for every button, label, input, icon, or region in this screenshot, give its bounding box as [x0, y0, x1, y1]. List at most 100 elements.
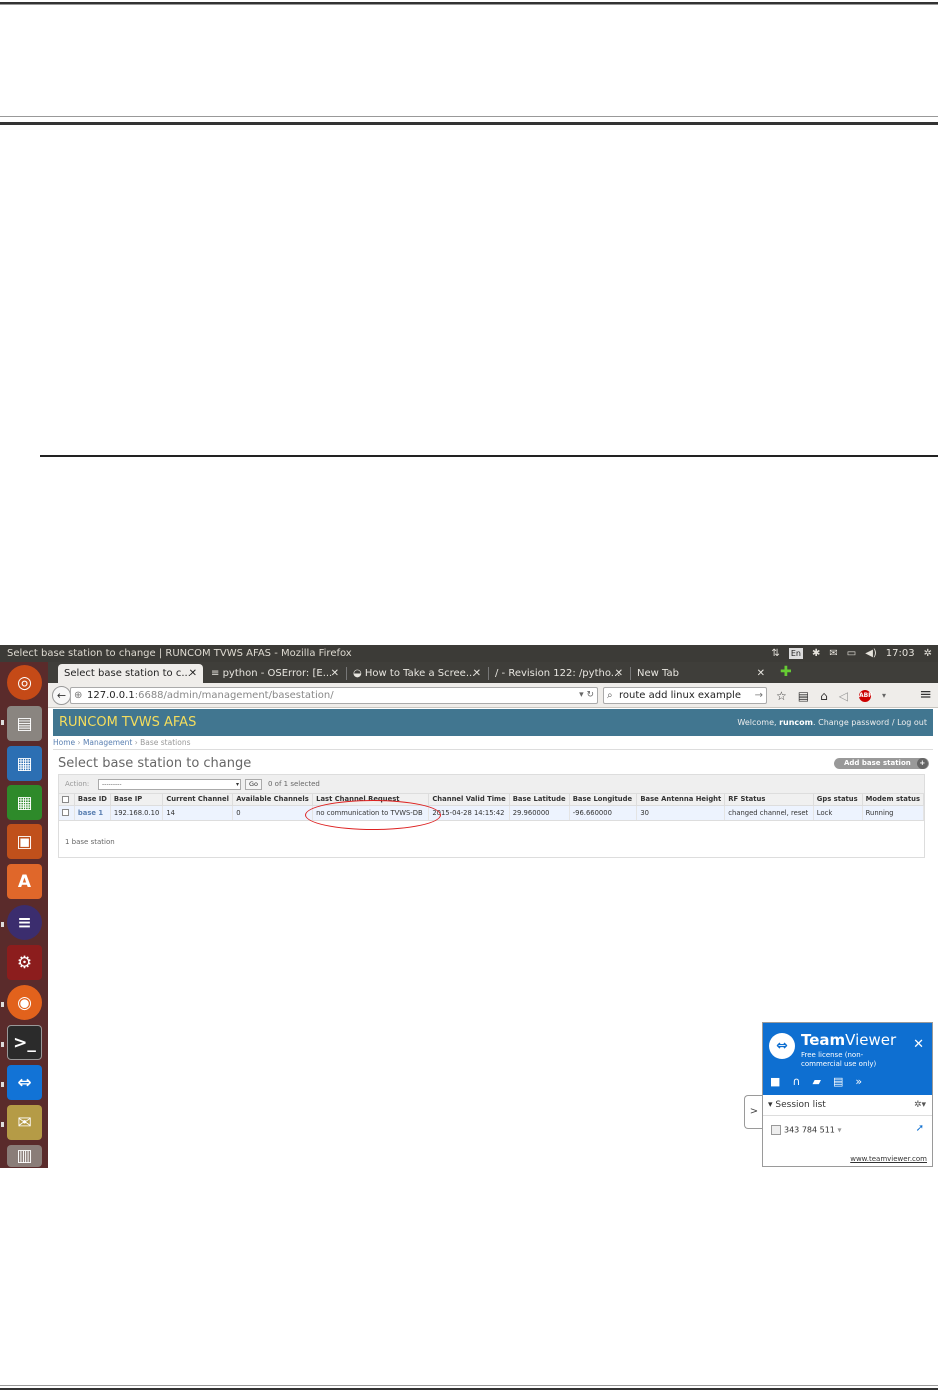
writer-icon[interactable]: ▦: [7, 746, 42, 781]
bookmarks-list-icon[interactable]: ▤: [798, 689, 809, 703]
adblock-icon[interactable]: ABP: [858, 689, 873, 702]
impress-icon[interactable]: ▣: [7, 824, 42, 859]
search-go-arrow-icon[interactable]: →: [755, 688, 763, 703]
breadcrumb-home[interactable]: Home: [53, 738, 75, 747]
system-tray: ⇅ En ✱ ✉ ▭ ◀) 17:03 ✲: [771, 645, 932, 662]
header-row: Base ID Base IP Current Channel Availabl…: [59, 794, 925, 806]
table-cell: 30: [636, 805, 726, 821]
url-host: 127.0.0.1: [87, 690, 135, 701]
session-list-header[interactable]: ▾ Session list: [768, 1100, 826, 1110]
search-input[interactable]: ⌕ route add linux example →: [603, 687, 767, 704]
new-tab-plus-icon[interactable]: ✚: [780, 664, 792, 681]
files-icon[interactable]: ▤: [833, 1075, 843, 1088]
mail-icon[interactable]: ✉: [7, 1105, 42, 1140]
logout-link[interactable]: Log out: [897, 718, 927, 727]
ubuntu-dash-icon[interactable]: ◎: [7, 665, 42, 700]
hamburger-menu-icon[interactable]: ≡: [919, 685, 932, 703]
column-header[interactable]: Channel Valid Time: [428, 794, 510, 806]
gear-icon[interactable]: ✲▾: [914, 1100, 926, 1110]
keyboard-indicator[interactable]: En: [788, 648, 803, 659]
tab-strip: Select base station to c... ✕ ≡ python - …: [48, 662, 938, 683]
eclipse-icon[interactable]: ≡: [7, 905, 42, 940]
globe-icon: ⊕: [74, 690, 83, 701]
close-tab-icon[interactable]: ✕: [473, 664, 481, 683]
close-tab-icon[interactable]: ✕: [331, 664, 339, 683]
files-icon[interactable]: ▤: [7, 706, 42, 741]
trash-icon[interactable]: ▥: [7, 1145, 42, 1167]
go-button[interactable]: Go: [245, 779, 263, 790]
teamviewer-toolbar: ■ ∩ ▰ ▤ »: [770, 1075, 862, 1088]
table-cell: 0: [232, 805, 314, 821]
site-branding[interactable]: RUNCOM TVWS AFAS: [59, 709, 196, 736]
table-cell: changed channel, reset: [724, 805, 814, 821]
bluetooth-icon[interactable]: ✱: [812, 645, 820, 662]
footer-rule: [0, 1385, 938, 1390]
teamviewer-link[interactable]: www.teamviewer.com: [850, 1155, 927, 1163]
breadcrumb-management[interactable]: Management: [83, 738, 132, 747]
close-icon[interactable]: ✕: [913, 1037, 924, 1052]
url-bar[interactable]: ⊕ 127.0.0.1:6688/admin/management/basest…: [70, 687, 598, 704]
more-chevron-icon[interactable]: »: [855, 1075, 862, 1088]
license-text: Free license (non-commercial use only): [801, 1051, 877, 1068]
teamviewer-panel: ⇔ TeamViewer Free license (non-commercia…: [762, 1022, 933, 1167]
tab-label: python - OSError: [E...: [222, 668, 333, 679]
network-icon[interactable]: ⇅: [771, 645, 779, 662]
row-checkbox[interactable]: [62, 809, 69, 816]
tab-revision[interactable]: / - Revision 122: /pytho... ✕: [489, 664, 629, 683]
back-arrow-icon[interactable]: ←: [52, 686, 71, 705]
power-gear-icon[interactable]: ✲: [924, 645, 932, 662]
table-cell: 2015-04-28 14:15:42: [428, 805, 510, 821]
welcome-text: Welcome,: [737, 718, 777, 727]
url-path: :6688/admin/management/basestation/: [134, 690, 334, 701]
column-header[interactable]: Base Longitude: [569, 794, 638, 806]
headset-icon[interactable]: ∩: [792, 1075, 800, 1088]
reload-icon[interactable]: ▾ ↻: [579, 688, 594, 703]
close-tab-icon[interactable]: ✕: [757, 664, 765, 683]
table-cell: 14: [162, 805, 234, 821]
action-select[interactable]: --------- ▾: [98, 779, 241, 790]
terminal-icon[interactable]: >_: [7, 1025, 42, 1060]
column-header[interactable]: Base ID: [74, 794, 111, 806]
chevron-down-icon[interactable]: ▾: [882, 691, 886, 700]
tab-base-station[interactable]: Select base station to c... ✕: [58, 664, 203, 683]
firefox-icon[interactable]: ◉: [7, 985, 42, 1020]
home-icon[interactable]: ⌂: [820, 689, 828, 703]
bookmark-star-icon[interactable]: ☆: [776, 689, 787, 703]
tab-new-tab[interactable]: New Tab ✕: [631, 664, 771, 683]
column-header[interactable]: RF Status: [724, 794, 814, 806]
teamviewer-icon[interactable]: ⇔: [7, 1065, 42, 1100]
column-header[interactable]: Gps status: [813, 794, 863, 806]
settings-icon[interactable]: ⚙: [7, 945, 42, 980]
add-base-station-button[interactable]: Add base station +: [834, 758, 929, 769]
column-header[interactable]: Available Channels: [232, 794, 314, 806]
row-checkbox-cell: [59, 805, 75, 821]
action-label: Action:: [65, 780, 90, 788]
volume-icon[interactable]: ◀): [865, 645, 877, 662]
partner-entry[interactable]: 343 784 511 ▾: [771, 1125, 841, 1135]
calc-icon[interactable]: ▦: [7, 785, 42, 820]
username: runcom: [779, 718, 814, 727]
mail-icon[interactable]: ✉: [829, 645, 837, 662]
column-header[interactable]: Base IP: [110, 794, 164, 806]
chat-icon[interactable]: ▰: [812, 1075, 820, 1088]
clock[interactable]: 17:03: [886, 645, 915, 662]
teamviewer-expand-chevron-icon[interactable]: >: [744, 1095, 763, 1129]
video-icon[interactable]: ■: [770, 1075, 780, 1088]
cursor-pointer-icon: ➚: [915, 1123, 924, 1134]
close-tab-icon[interactable]: ✕: [189, 664, 197, 683]
column-header[interactable]: Base Antenna Height: [636, 794, 726, 806]
send-arrow-icon[interactable]: ◁: [839, 689, 848, 703]
column-header[interactable]: Current Channel: [162, 794, 234, 806]
base-id-link[interactable]: base 1: [74, 805, 111, 821]
change-password-link[interactable]: Change password: [818, 718, 889, 727]
select-all-checkbox[interactable]: [62, 795, 69, 803]
column-header[interactable]: Modem status: [862, 794, 925, 806]
column-header[interactable]: Base Latitude: [509, 794, 570, 806]
tab-label: Select base station to c...: [64, 668, 191, 679]
tab-screenshot-howto[interactable]: ◒ How to Take a Scree... ✕: [347, 664, 487, 683]
site-icon: ◒: [353, 668, 365, 679]
software-center-icon[interactable]: A: [7, 864, 42, 899]
battery-icon[interactable]: ▭: [847, 645, 856, 662]
tab-python-oserror[interactable]: ≡ python - OSError: [E... ✕: [205, 664, 345, 683]
close-tab-icon[interactable]: ✕: [615, 664, 623, 683]
